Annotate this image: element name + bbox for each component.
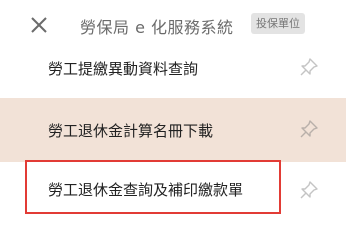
menu-item-label: 勞工提繳異動資料查詢 xyxy=(48,60,199,78)
menu-item-pension-roster-download[interactable]: 勞工退休金計算名冊下載 xyxy=(0,98,346,162)
pin-icon[interactable] xyxy=(298,56,320,78)
menu-item-label: 勞工退休金計算名冊下載 xyxy=(48,122,214,140)
menu-item-contribution-change-query[interactable]: 勞工提繳異動資料查詢 xyxy=(0,50,346,98)
menu-item-label: 勞工退休金查詢及補印繳款單 xyxy=(48,181,244,199)
close-icon xyxy=(31,17,47,33)
user-type-badge: 投保單位 xyxy=(251,13,305,34)
header-bar: 勞保局 e 化服務系統 投保單位 xyxy=(0,0,346,50)
pin-icon[interactable] xyxy=(298,118,320,140)
app-title: 勞保局 e 化服務系統 xyxy=(80,18,234,37)
menu-item-pension-query-reprint[interactable]: 勞工退休金查詢及補印繳款單 xyxy=(0,162,346,231)
pin-icon[interactable] xyxy=(298,179,320,201)
close-button[interactable] xyxy=(24,10,54,40)
